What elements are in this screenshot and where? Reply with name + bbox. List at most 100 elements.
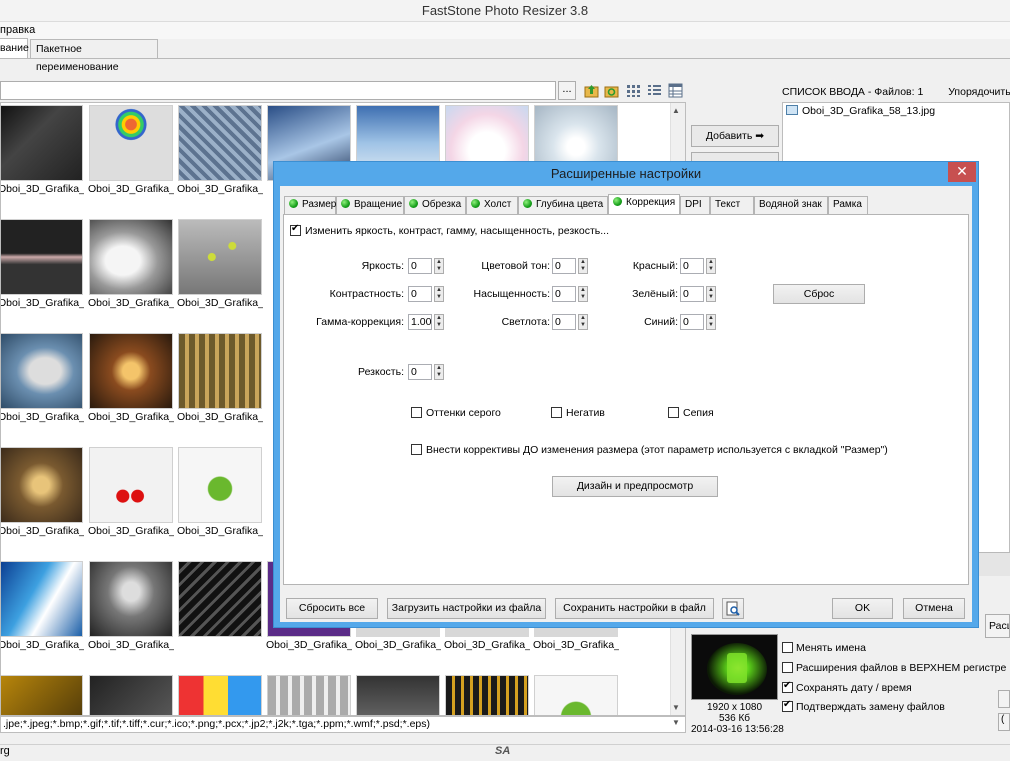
thumbnail[interactable]: Oboi_3D_Grafika_... xyxy=(177,445,263,557)
thumbnail[interactable] xyxy=(177,673,263,715)
thumbnail[interactable] xyxy=(177,559,263,671)
grayscale-checkbox[interactable] xyxy=(411,407,422,418)
brightness-value[interactable]: 0 xyxy=(408,258,432,274)
menu-item-edit[interactable]: правка xyxy=(0,24,35,36)
lightness-value[interactable]: 0 xyxy=(552,314,576,330)
tab-watermark[interactable]: Водяной знак xyxy=(754,196,828,214)
side-button[interactable] xyxy=(998,690,1010,708)
ok-button[interactable]: OK xyxy=(832,598,893,619)
design-preview-button[interactable]: Дизайн и предпросмотр xyxy=(552,476,718,497)
folder-up-icon[interactable] xyxy=(584,83,599,98)
spin-arrows-icon[interactable]: ▲ ▼ xyxy=(578,314,588,330)
file-type-filter[interactable]: .jpe;*.jpeg;*.bmp;*.gif;*.tif;*.tiff;*.c… xyxy=(0,716,686,733)
list-view-icon[interactable] xyxy=(647,83,662,98)
thumbnail[interactable] xyxy=(355,673,441,715)
thumbnail[interactable] xyxy=(533,673,619,715)
folder-path-input[interactable] xyxy=(0,81,556,100)
sharpness-value[interactable]: 0 xyxy=(408,364,432,380)
thumbnail[interactable]: Oboi_3D_Grafika_... xyxy=(88,217,174,329)
hue-value[interactable]: 0 xyxy=(552,258,576,274)
reset-button[interactable]: Сброс xyxy=(773,284,865,304)
spin-arrows-icon[interactable]: ▲ ▼ xyxy=(434,258,444,274)
thumbnail-caption: Oboi_3D_Grafika_... xyxy=(0,525,84,537)
tab-text[interactable]: Текст xyxy=(710,196,754,214)
spin-arrows-icon[interactable]: ▲ ▼ xyxy=(434,314,444,330)
before-resize-checkbox[interactable] xyxy=(411,444,422,455)
tab-size[interactable]: Размер xyxy=(284,196,336,214)
details-view-icon[interactable] xyxy=(668,83,683,98)
save-settings-button[interactable]: Сохранить настройки в файл xyxy=(555,598,714,619)
tab-dpi[interactable]: DPI xyxy=(680,196,710,214)
spin-arrows-icon[interactable]: ▲ ▼ xyxy=(578,286,588,302)
thumbnail[interactable]: Oboi_3D_Grafika_... xyxy=(0,445,84,557)
thumbnail[interactable]: Oboi_3D_Grafika_... xyxy=(177,217,263,329)
spin-arrows-icon[interactable]: ▲ ▼ xyxy=(706,314,716,330)
sepia-option[interactable]: Сепия xyxy=(668,407,714,419)
uppercase-extension-checkbox[interactable] xyxy=(782,662,793,673)
tab-color-depth[interactable]: Глубина цвета xyxy=(518,196,608,214)
spin-arrows-icon[interactable]: ▲ ▼ xyxy=(578,258,588,274)
load-settings-button[interactable]: Загрузить настройки из файла xyxy=(387,598,546,619)
keep-date-checkbox[interactable] xyxy=(782,680,793,693)
thumbnail[interactable] xyxy=(1,673,84,715)
thumbnail[interactable]: Oboi_3D_Grafika_... xyxy=(88,445,174,557)
cancel-button[interactable]: Отмена xyxy=(903,598,965,619)
thumbnail[interactable] xyxy=(266,673,352,715)
thumbnail[interactable]: Oboi_3D_Grafika_... xyxy=(177,331,263,443)
grayscale-option[interactable]: Оттенки серого xyxy=(411,407,501,419)
scroll-up-icon[interactable]: ▲ xyxy=(672,106,680,115)
thumbnail[interactable] xyxy=(444,673,530,715)
thumbnail[interactable] xyxy=(88,673,174,715)
scroll-down-icon[interactable]: ▼ xyxy=(672,703,680,712)
blue-value[interactable]: 0 xyxy=(680,314,704,330)
spin-arrows-icon[interactable]: ▲ ▼ xyxy=(706,258,716,274)
negative-option[interactable]: Негатив xyxy=(551,407,605,419)
red-value[interactable]: 0 xyxy=(680,258,704,274)
confirm-overwrite-checkbox[interactable] xyxy=(782,699,793,712)
confirm-overwrite-option[interactable]: Подтверждать замену файлов xyxy=(782,699,945,713)
folder-refresh-icon[interactable] xyxy=(604,83,619,98)
advanced-options-button[interactable]: Расш xyxy=(985,614,1010,638)
negative-checkbox[interactable] xyxy=(551,407,562,418)
thumbnail[interactable]: Oboi_3D_Grafika_... xyxy=(1,331,84,443)
chevron-down-icon[interactable]: ▼ xyxy=(672,718,680,727)
tab-border[interactable]: Рамка xyxy=(828,196,868,214)
preview-settings-button[interactable] xyxy=(722,598,744,619)
tab-conversion[interactable]: вание xyxy=(0,38,29,59)
tab-canvas[interactable]: Холст xyxy=(466,196,518,214)
spin-arrows-icon[interactable]: ▲ ▼ xyxy=(434,286,444,302)
enable-correction-checkbox[interactable] xyxy=(290,223,301,236)
thumbnail[interactable]: Oboi_3D_Grafika_... xyxy=(88,103,174,215)
contrast-value[interactable]: 0 xyxy=(408,286,432,302)
uppercase-extension-option[interactable]: Расширения файлов в ВЕРХНЕМ регистре xyxy=(782,662,1006,674)
sort-files-label[interactable]: Упорядочить фа xyxy=(948,86,1010,98)
thumbnail[interactable]: Oboi_3D_Grafika_... xyxy=(1,103,84,215)
tab-batch-rename[interactable]: Пакетное переименование xyxy=(30,39,158,73)
rename-files-checkbox[interactable] xyxy=(782,642,793,653)
reset-all-button[interactable]: Сбросить все xyxy=(286,598,378,619)
thumbnail[interactable]: Oboi_3D_Grafika_... xyxy=(177,103,263,215)
thumbnail[interactable]: Oboi_3D_Grafika_... xyxy=(88,331,174,443)
spin-arrows-icon[interactable]: ▲ ▼ xyxy=(434,364,444,380)
browse-button[interactable]: ... xyxy=(558,81,576,100)
enable-correction-option[interactable]: Изменить яркость, контраст, гамму, насыщ… xyxy=(290,223,609,237)
before-resize-option[interactable]: Внести коррективы ДО изменения размера (… xyxy=(411,444,888,456)
green-value[interactable]: 0 xyxy=(680,286,704,302)
thumbnail[interactable]: Oboi_3D_Grafika_... xyxy=(88,559,174,671)
thumbnail[interactable]: Oboi_3D_Grafika_... xyxy=(1,559,84,671)
tab-rotate[interactable]: Вращение xyxy=(336,196,404,214)
tab-correction[interactable]: Коррекция xyxy=(608,194,680,215)
rename-files-option[interactable]: Менять имена xyxy=(782,642,866,654)
gamma-value[interactable]: 1.00 xyxy=(408,314,432,330)
side-button-2[interactable]: ( xyxy=(998,713,1010,731)
sepia-checkbox[interactable] xyxy=(668,407,679,418)
saturation-value[interactable]: 0 xyxy=(552,286,576,302)
keep-date-option[interactable]: Сохранять дату / время xyxy=(782,680,912,694)
thumbnail[interactable]: Oboi_3D_Grafika_... xyxy=(1,217,84,329)
thumbnail-view-icon[interactable] xyxy=(626,83,641,98)
add-button[interactable]: Добавить ➡ xyxy=(691,125,779,147)
list-item[interactable]: Oboi_3D_Grafika_58_13.jpg xyxy=(786,105,935,117)
spin-arrows-icon[interactable]: ▲ ▼ xyxy=(706,286,716,302)
close-icon[interactable]: ✕ xyxy=(948,162,976,182)
tab-crop[interactable]: Обрезка xyxy=(404,196,466,214)
